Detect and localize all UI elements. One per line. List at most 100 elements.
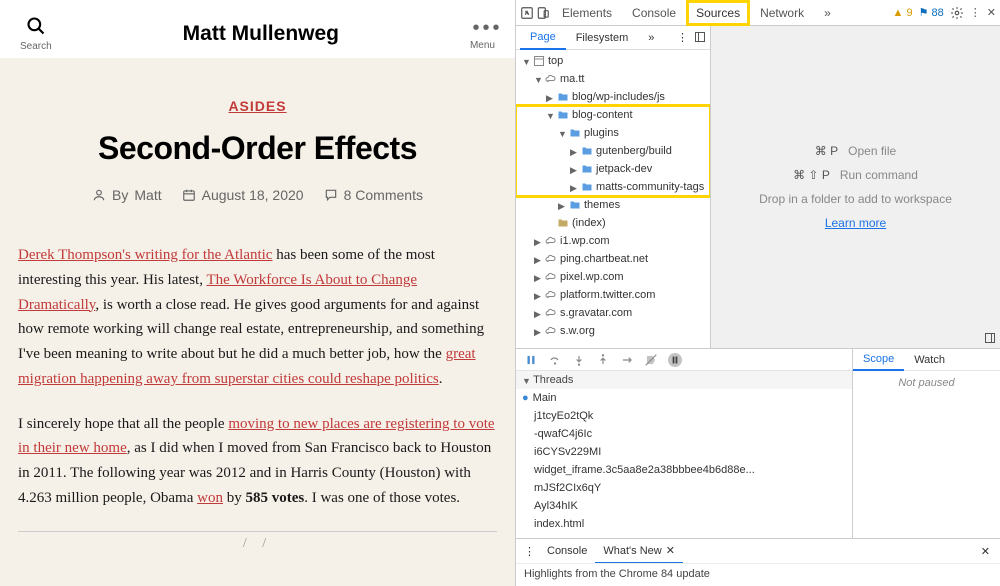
- tab-scope[interactable]: Scope: [853, 349, 904, 371]
- sources-editor-area: ⌘ P Open file ⌘ ⇧ P Run command Drop in …: [711, 26, 1000, 348]
- tab-elements[interactable]: Elements: [552, 0, 622, 26]
- thread-item[interactable]: mJSf2CIx6qY: [516, 479, 852, 497]
- tree-blog-content[interactable]: ▼blog-content: [516, 106, 710, 124]
- threads-pane: ▼ Threads Main j1tcyEo2tQk -qwafC4j6Ic i…: [516, 349, 852, 538]
- comment-icon: [324, 188, 338, 202]
- file-tree: ▼top ▼ma.tt ▶blog/wp-includes/js ▼blog-c…: [516, 50, 710, 348]
- collapse-sidebar-icon[interactable]: [694, 31, 706, 43]
- drawer-tabs: ⋮ Console What's New✕ ✕: [516, 539, 1000, 563]
- paragraph-1: Derek Thompson's writing for the Atlanti…: [18, 243, 497, 392]
- thread-item[interactable]: j1tcyEo2tQk: [516, 407, 852, 425]
- menu-label: Menu: [470, 40, 495, 51]
- close-tab-icon[interactable]: ✕: [666, 544, 675, 557]
- tree-top[interactable]: ▼top: [516, 52, 710, 70]
- thread-main[interactable]: Main: [516, 389, 852, 407]
- comment-count: 8 Comments: [344, 187, 423, 203]
- tab-sources[interactable]: Sources: [686, 0, 750, 26]
- meta-author[interactable]: By Matt: [92, 187, 162, 203]
- post-meta: By Matt August 18, 2020 8 Comments: [18, 187, 497, 203]
- menu-button[interactable]: ••• Menu: [470, 18, 495, 51]
- thread-item[interactable]: i6CYSv229MI: [516, 443, 852, 461]
- toolbar-right: ▲ 9 ⚑ 88 ⋮ ✕: [893, 6, 996, 20]
- expand-icon[interactable]: [984, 332, 996, 344]
- thread-item[interactable]: Ayl34hIK: [516, 497, 852, 515]
- tree-gutenberg[interactable]: ▶gutenberg/build: [516, 142, 710, 160]
- search-icon: [26, 16, 46, 39]
- debug-toolbar: [516, 349, 852, 371]
- window-icon: [533, 55, 545, 67]
- tree-domain[interactable]: ▶s.gravatar.com: [516, 304, 710, 322]
- devtools-toolbar: Elements Console Sources Network » ▲ 9 ⚑…: [516, 0, 1000, 26]
- tree-domain[interactable]: ▶ping.chartbeat.net: [516, 250, 710, 268]
- category-link[interactable]: ASIDES: [18, 98, 497, 114]
- subtab-filesystem[interactable]: Filesystem: [566, 26, 639, 50]
- author-name: Matt: [134, 187, 161, 203]
- tree-domain[interactable]: ▶s.w.org: [516, 322, 710, 340]
- folder-icon: [557, 91, 569, 103]
- tree-domain[interactable]: ▶platform.twitter.com: [516, 286, 710, 304]
- tree-themes[interactable]: ▶themes: [516, 196, 710, 214]
- resume-icon[interactable]: [524, 353, 538, 367]
- step-out-icon[interactable]: [596, 353, 610, 367]
- pause-exceptions-icon[interactable]: [668, 353, 682, 367]
- post-area: ASIDES Second-Order Effects By Matt Augu…: [0, 58, 515, 586]
- device-toggle-icon[interactable]: [536, 6, 550, 20]
- tree-index[interactable]: (index): [516, 214, 710, 232]
- folder-icon: [581, 163, 593, 175]
- tab-network[interactable]: Network: [750, 0, 814, 26]
- learn-more-link[interactable]: Learn more: [825, 216, 886, 230]
- folder-icon: [569, 199, 581, 211]
- search-label: Search: [20, 41, 52, 52]
- threads-header[interactable]: ▼ Threads: [516, 371, 852, 389]
- folder-icon: [557, 109, 569, 121]
- highlighted-group: ▼blog-content ▼plugins ▶gutenberg/build …: [516, 106, 710, 196]
- tab-console[interactable]: Console: [622, 0, 686, 26]
- link-atlantic[interactable]: Derek Thompson's writing for the Atlanti…: [18, 247, 272, 263]
- post-divider: / /: [18, 531, 497, 555]
- drawer-close-icon[interactable]: ✕: [975, 545, 996, 558]
- tree-domain[interactable]: ▶i1.wp.com: [516, 232, 710, 250]
- thread-item[interactable]: index.html: [516, 515, 852, 533]
- warnings-badge[interactable]: ▲ 9: [893, 7, 913, 19]
- thread-item[interactable]: -qwafC4j6Ic: [516, 425, 852, 443]
- kebab-icon[interactable]: ⋮: [970, 6, 981, 19]
- tree-domain[interactable]: ▶pixel.wp.com: [516, 268, 710, 286]
- devtools-tabs: Elements Console Sources Network »: [552, 0, 891, 26]
- drawer-tab-console[interactable]: Console: [539, 539, 595, 563]
- threads-section: ▼ Threads Main j1tcyEo2tQk -qwafC4j6Ic i…: [516, 371, 852, 538]
- deactivate-breakpoints-icon[interactable]: [644, 353, 658, 367]
- tree-jetpack[interactable]: ▶jetpack-dev: [516, 160, 710, 178]
- cloud-icon: [545, 253, 557, 265]
- inspect-icon[interactable]: [520, 6, 534, 20]
- kebab-icon[interactable]: ⋮: [520, 545, 539, 558]
- thread-item[interactable]: widget_iframe.3c5aa8e2a38bbbee4b6d88e...: [516, 461, 852, 479]
- post-body: Derek Thompson's writing for the Atlanti…: [18, 243, 497, 555]
- close-devtools-icon[interactable]: ✕: [987, 6, 996, 19]
- not-paused-label: Not paused: [853, 371, 1000, 395]
- search-button[interactable]: Search: [20, 16, 52, 52]
- scope-pane: Scope Watch Not paused: [852, 349, 1000, 538]
- tabs-overflow[interactable]: »: [814, 0, 841, 26]
- tree-community-tags[interactable]: ▶matts-community-tags: [516, 178, 710, 196]
- tree-wp-includes[interactable]: ▶blog/wp-includes/js: [516, 88, 710, 106]
- subtabs-overflow[interactable]: »: [638, 26, 664, 50]
- tree-domain-matt[interactable]: ▼ma.tt: [516, 70, 710, 88]
- step-over-icon[interactable]: [548, 353, 562, 367]
- cloud-icon: [545, 235, 557, 247]
- site-title[interactable]: Matt Mullenweg: [183, 22, 339, 46]
- tree-plugins[interactable]: ▼plugins: [516, 124, 710, 142]
- gear-icon[interactable]: [950, 6, 964, 20]
- link-won[interactable]: won: [197, 490, 223, 506]
- debugger-pane: ▼ Threads Main j1tcyEo2tQk -qwafC4j6Ic i…: [516, 348, 1000, 538]
- kebab-icon[interactable]: ⋮: [677, 31, 688, 44]
- folder-icon: [581, 181, 593, 193]
- paragraph-2: I sincerely hope that all the people mov…: [18, 412, 497, 511]
- infos-badge[interactable]: ⚑ 88: [919, 6, 944, 19]
- subtab-page[interactable]: Page: [520, 26, 566, 50]
- meta-comments[interactable]: 8 Comments: [324, 187, 423, 203]
- sources-subtabs: Page Filesystem » ⋮: [516, 26, 710, 50]
- step-icon[interactable]: [620, 353, 634, 367]
- step-into-icon[interactable]: [572, 353, 586, 367]
- tab-watch[interactable]: Watch: [904, 349, 955, 370]
- drawer-tab-whatsnew[interactable]: What's New✕: [595, 540, 683, 564]
